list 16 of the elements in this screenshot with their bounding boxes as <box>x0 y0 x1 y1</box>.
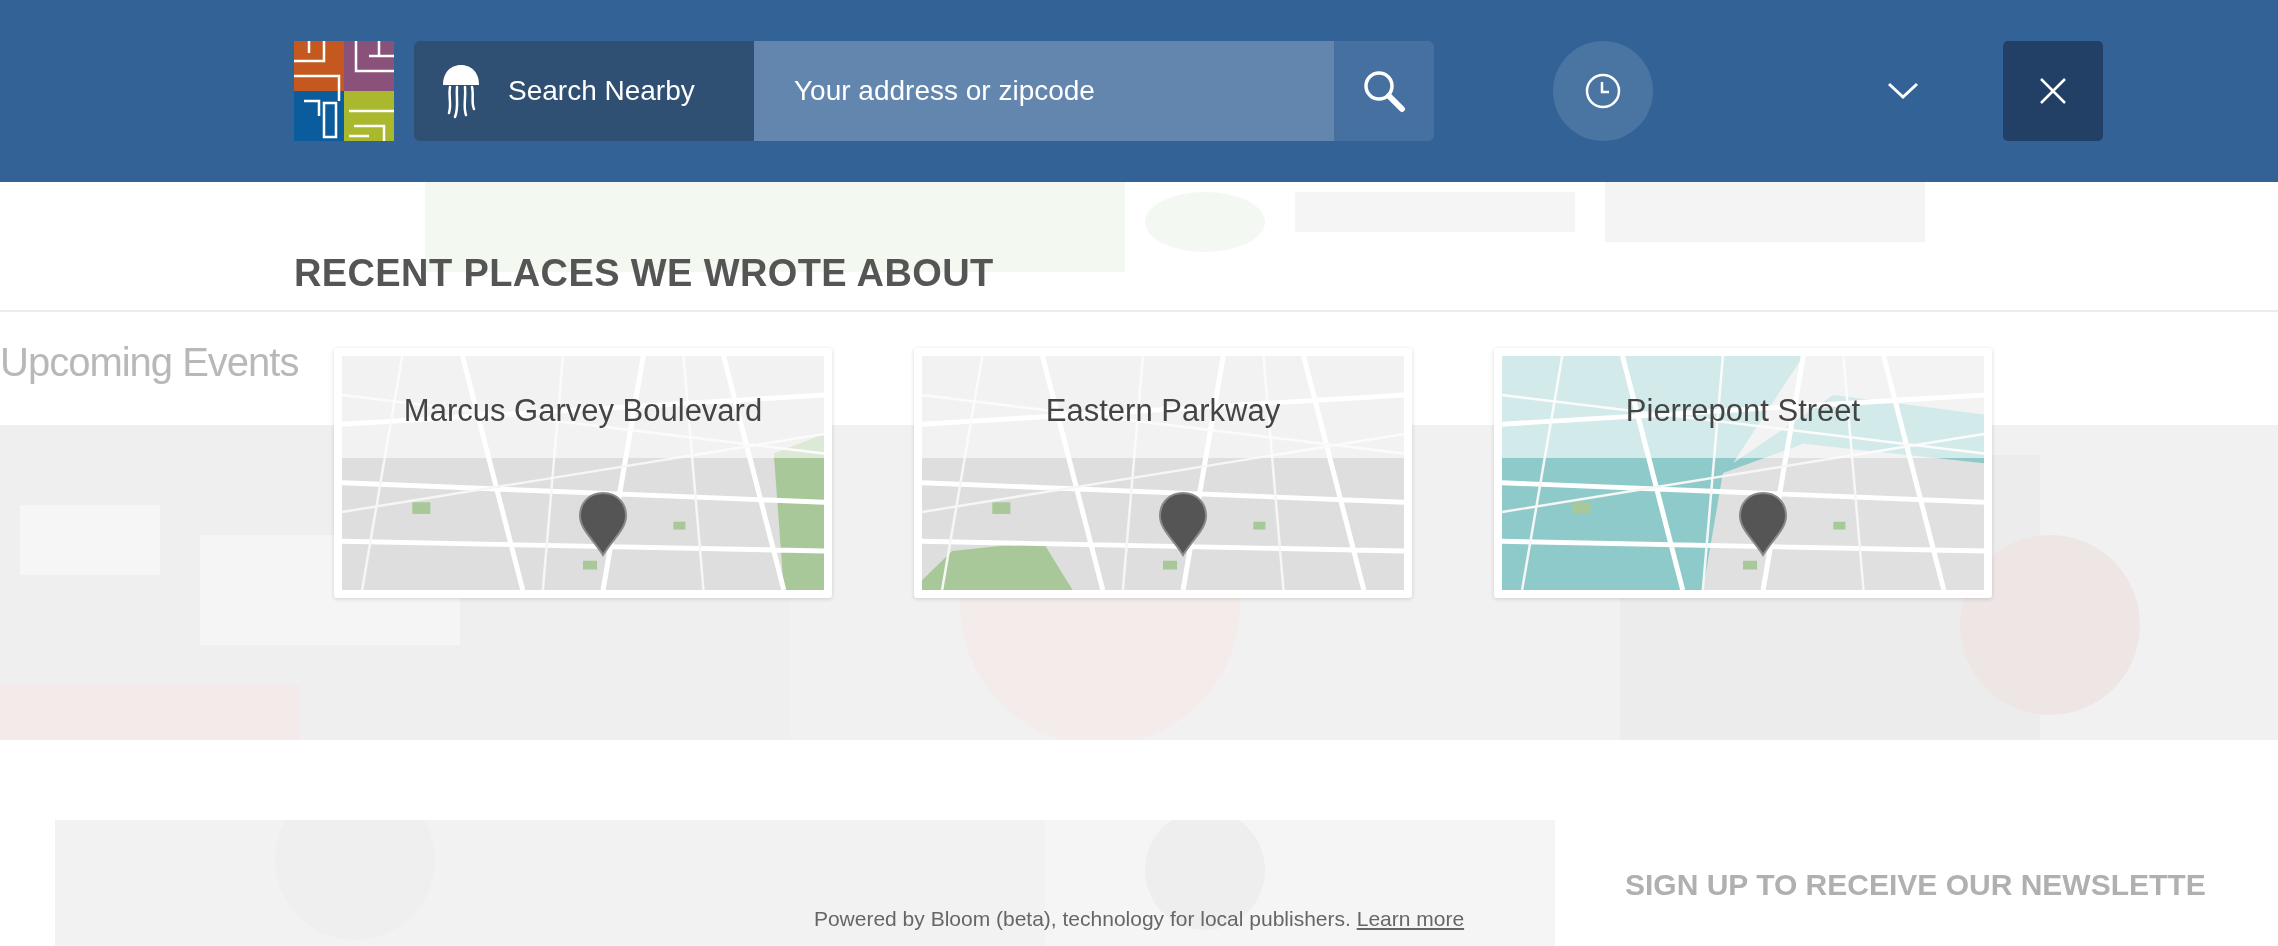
search-nearby-label[interactable]: Search Nearby <box>414 41 754 141</box>
search-button[interactable] <box>1334 41 1434 141</box>
learn-more-link[interactable]: Learn more <box>1356 906 1465 930</box>
jellyfish-icon <box>440 63 482 119</box>
chevron-down-icon <box>1887 82 1919 100</box>
search-nearby-text: Search Nearby <box>508 74 695 108</box>
search-icon <box>1362 69 1406 113</box>
clock-icon <box>1585 73 1621 109</box>
newsletter-heading: SIGN UP TO RECEIVE OUR NEWSLETTE <box>1625 868 2206 901</box>
logo-icon[interactable] <box>294 41 394 141</box>
close-icon <box>2039 77 2067 105</box>
address-field[interactable]: Your address or zipcode <box>754 41 1334 141</box>
footer-text: Powered by Bloom (beta), technology for local publishers. Learn more <box>813 905 1465 932</box>
close-button[interactable] <box>2003 41 2103 141</box>
events-heading: Upcoming Events <box>0 340 299 384</box>
section-title: RECENT PLACES WE WROTE ABOUT <box>294 254 994 292</box>
